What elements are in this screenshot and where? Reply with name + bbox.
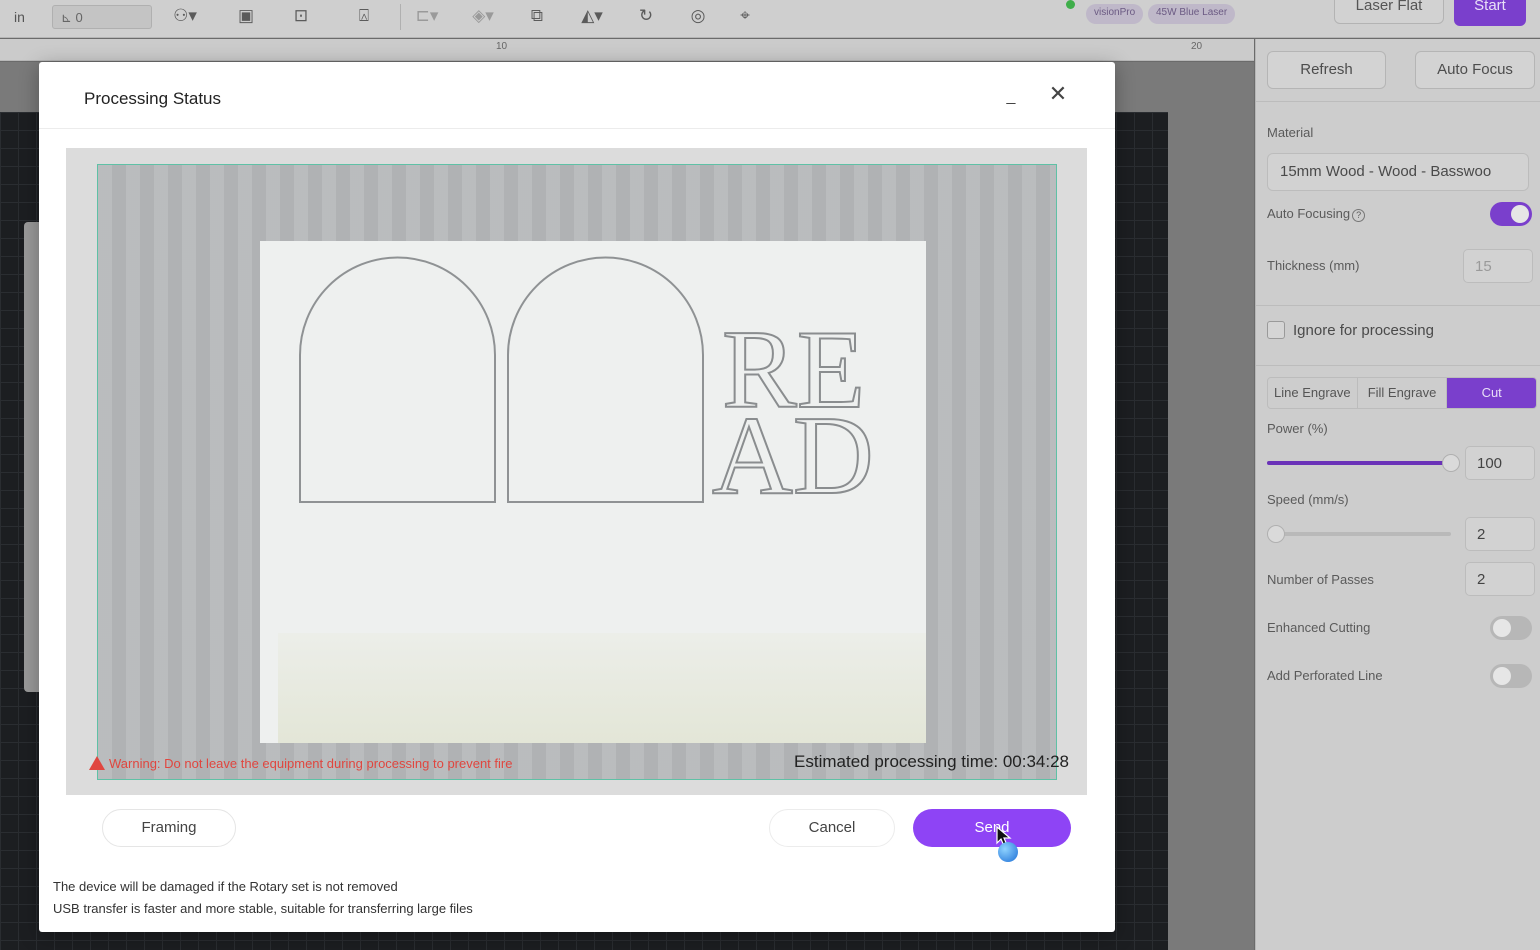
thickness-label: Thickness (mm) xyxy=(1267,258,1360,273)
enhanced-cutting-label: Enhanced Cutting xyxy=(1267,620,1371,635)
tab-fill-engrave[interactable]: Fill Engrave xyxy=(1358,378,1448,408)
arch-shape xyxy=(507,256,704,503)
palette-icon[interactable]: ◎ xyxy=(685,4,711,28)
flip-icon[interactable]: ◭▾ xyxy=(574,4,610,28)
horizontal-ruler: 10 20 xyxy=(0,39,1254,61)
rotate-icon[interactable]: ↻ xyxy=(633,4,659,28)
settings-panel: Refresh Auto Focus Material 15mm Wood - … xyxy=(1255,39,1540,950)
camera-preview: RE AD Warning: Do not leave the equipmen… xyxy=(66,148,1087,795)
usb-note: USB transfer is faster and more stable, … xyxy=(53,901,473,916)
processing-mode-tabs: Line Engrave Fill Engrave Cut xyxy=(1267,377,1537,409)
ruler-tick: 10 xyxy=(496,41,508,52)
divider xyxy=(1256,305,1540,306)
help-icon[interactable]: ? xyxy=(1352,209,1366,222)
refresh-button[interactable]: Refresh xyxy=(1267,51,1386,89)
auto-focus-button[interactable]: Auto Focus xyxy=(1415,51,1535,89)
warning-icon xyxy=(89,756,105,770)
rotary-note: The device will be damaged if the Rotary… xyxy=(53,879,398,894)
divider xyxy=(1256,365,1540,366)
toolbar-divider xyxy=(400,4,401,30)
ignore-processing-checkbox[interactable] xyxy=(1267,321,1285,339)
power-input[interactable]: 100 xyxy=(1465,446,1535,480)
design-text-ad: AD xyxy=(712,394,874,518)
power-label: Power (%) xyxy=(1267,421,1328,436)
stamp-icon[interactable]: ⍓ xyxy=(351,4,377,28)
trace-icon[interactable]: ⊡ xyxy=(288,4,314,28)
estimated-time: Estimated processing time: 00:34:28 xyxy=(794,752,1069,771)
speed-input[interactable]: 2 xyxy=(1465,517,1535,551)
thickness-input[interactable]: 15 xyxy=(1463,249,1533,283)
select-icon[interactable]: ▣ xyxy=(233,4,259,28)
framing-button[interactable]: Framing xyxy=(102,809,236,847)
click-indicator xyxy=(998,842,1018,862)
connection-status-dot xyxy=(1066,0,1075,9)
power-slider[interactable] xyxy=(1267,454,1460,472)
perforated-line-toggle[interactable] xyxy=(1490,664,1532,688)
camera-frame: RE AD xyxy=(97,164,1057,780)
shapes-icon[interactable]: ⚇▾ xyxy=(172,4,198,28)
dialog-title: Processing Status xyxy=(84,89,222,108)
unit-label[interactable]: in xyxy=(14,9,25,25)
passes-input[interactable]: 2 xyxy=(1465,562,1535,596)
design-outline: RE AD xyxy=(299,256,875,519)
focus-frame-icon[interactable]: ⌖ xyxy=(732,4,758,28)
top-toolbar: in ⊾ 0 ⚇▾ ▣ ⊡ ⍓ ⊏▾ ◈▾ ⧉ ◭▾ ↻ ◎ ⌖ visionP… xyxy=(0,0,1540,38)
fire-warning: Warning: Do not leave the equipment duri… xyxy=(89,754,512,771)
perforated-line-label: Add Perforated Line xyxy=(1267,668,1383,683)
laser-chip[interactable]: 45W Blue Laser xyxy=(1148,4,1236,24)
enhanced-cutting-toggle[interactable] xyxy=(1490,616,1532,640)
close-icon[interactable]: ✕ xyxy=(1046,82,1070,106)
start-button[interactable]: Start xyxy=(1454,0,1526,26)
minimize-icon[interactable]: _ xyxy=(1002,82,1020,105)
dialog-header-divider xyxy=(39,128,1115,129)
ruler-tick: 20 xyxy=(1191,41,1203,52)
tab-cut[interactable]: Cut xyxy=(1447,378,1536,408)
machine-chip[interactable]: visionPro xyxy=(1086,4,1144,24)
material-label: Material xyxy=(1267,125,1314,140)
passes-label: Number of Passes xyxy=(1267,572,1374,587)
tab-line-engrave[interactable]: Line Engrave xyxy=(1268,378,1358,408)
auto-focusing-toggle[interactable] xyxy=(1490,202,1532,226)
arrange-icon[interactable]: ◈▾ xyxy=(470,4,496,28)
arch-shape xyxy=(299,256,496,503)
speed-slider[interactable] xyxy=(1267,525,1451,543)
duplicate-icon[interactable]: ⧉ xyxy=(524,4,550,28)
laser-mode-button[interactable]: Laser Flat xyxy=(1334,0,1444,24)
material-select[interactable]: 15mm Wood - Wood - Basswoo xyxy=(1267,153,1529,191)
send-button[interactable]: Send xyxy=(913,809,1071,847)
speed-label: Speed (mm/s) xyxy=(1267,492,1349,507)
angle-field[interactable]: ⊾ 0 xyxy=(52,5,152,29)
processing-status-dialog: Processing Status _ ✕ RE AD Warning: Do … xyxy=(39,62,1115,932)
divider xyxy=(1256,101,1540,102)
ignore-processing-label: Ignore for processing xyxy=(1293,322,1434,339)
cancel-button[interactable]: Cancel xyxy=(769,809,895,847)
align-icon[interactable]: ⊏▾ xyxy=(414,4,440,28)
auto-focusing-label: Auto Focusing? xyxy=(1267,206,1366,222)
